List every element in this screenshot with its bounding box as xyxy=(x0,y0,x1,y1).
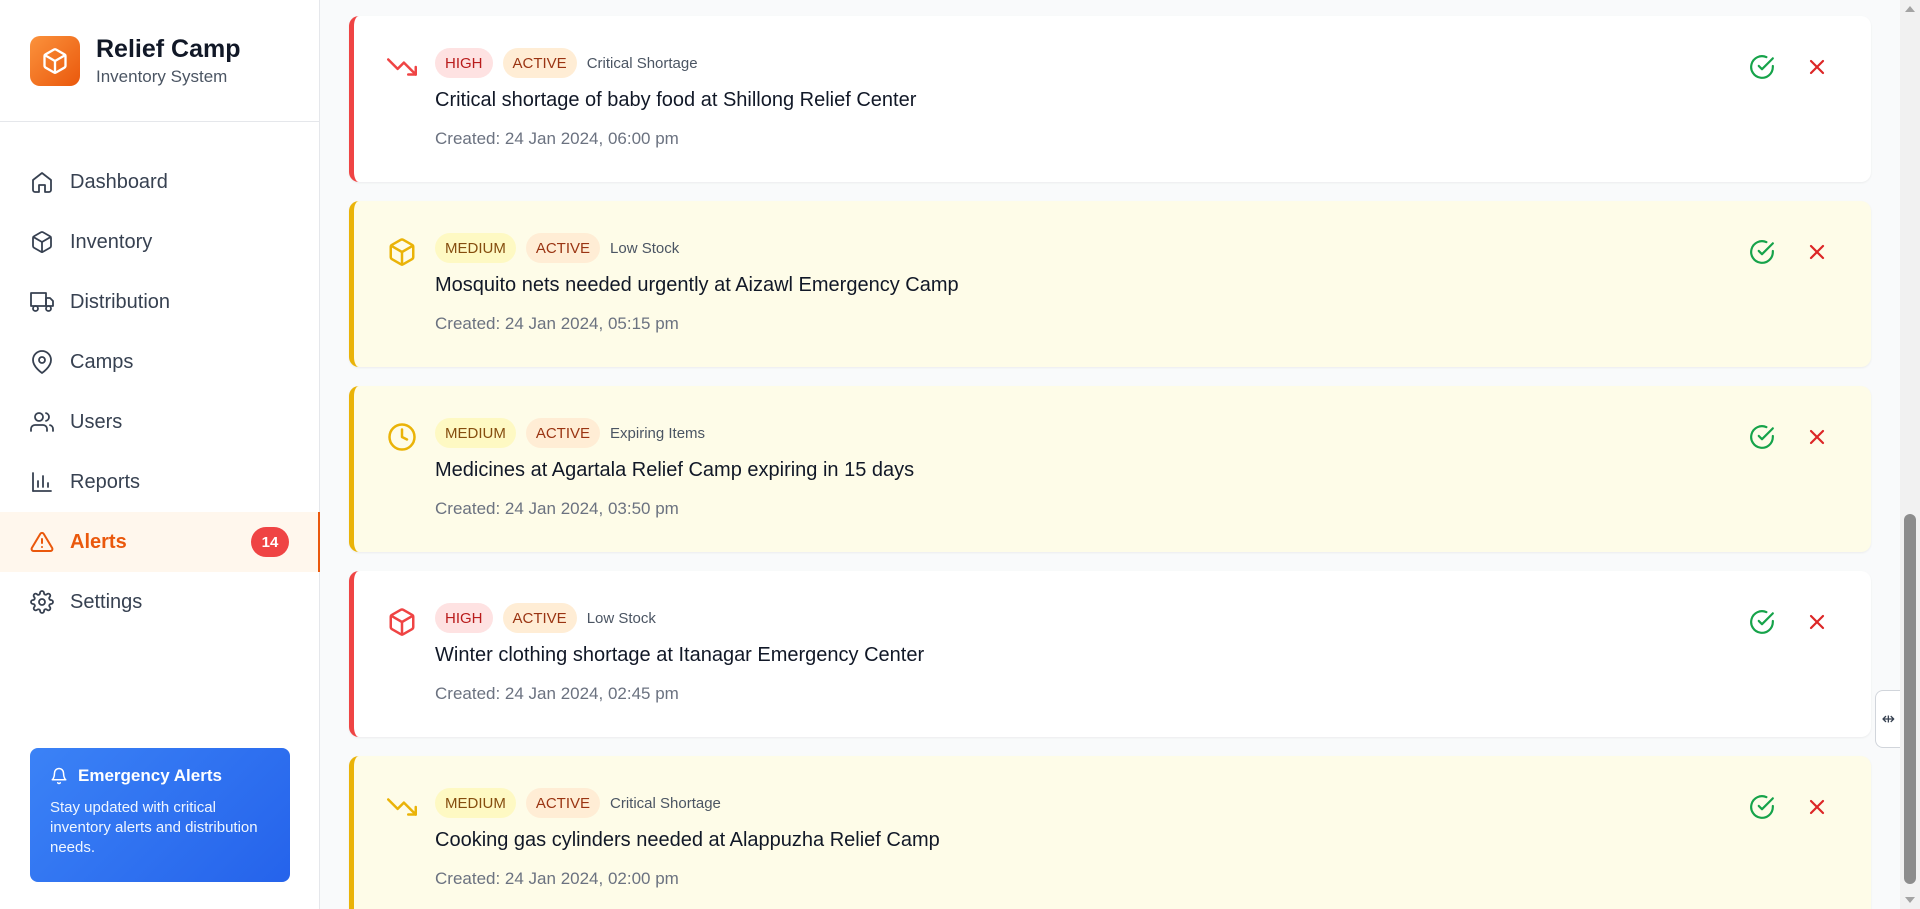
box-logo-icon xyxy=(30,35,80,86)
sidebar-item-alerts[interactable]: Alerts 14 xyxy=(0,512,320,572)
emergency-alerts-text: Stay updated with critical inventory ale… xyxy=(50,799,258,856)
sidebar-item-distribution[interactable]: Distribution xyxy=(0,272,320,332)
check-circle-icon xyxy=(1750,55,1774,79)
alert-message: Winter clothing shortage at Itanagar Eme… xyxy=(435,644,925,666)
users-icon xyxy=(30,412,54,432)
dismiss-button[interactable] xyxy=(1803,238,1831,266)
trending-down-icon xyxy=(387,798,417,816)
alert-card: HIGH ACTIVE Low Stock Winter clothing sh… xyxy=(349,571,1871,737)
alert-card: HIGH ACTIVE Critical Shortage Critical s… xyxy=(349,16,1871,182)
map-pin-icon xyxy=(32,350,52,374)
severity-badge: MEDIUM xyxy=(435,233,516,263)
side-panel-handle[interactable]: ⇹ xyxy=(1875,690,1901,748)
status-badge: ACTIVE xyxy=(502,48,577,78)
truck-icon xyxy=(30,292,54,312)
bell-icon xyxy=(51,767,67,785)
check-circle-icon xyxy=(1750,610,1774,634)
close-icon xyxy=(1809,429,1825,445)
alert-card: MEDIUM ACTIVE Low Stock Mosquito nets ne… xyxy=(349,201,1871,367)
dismiss-button[interactable] xyxy=(1803,53,1831,81)
resolve-button[interactable] xyxy=(1748,793,1776,821)
sidebar-item-label: Reports xyxy=(70,470,141,493)
sidebar-item-reports[interactable]: Reports xyxy=(0,452,320,512)
status-badge: ACTIVE xyxy=(525,233,601,263)
alert-message: Cooking gas cylinders needed at Alappuzh… xyxy=(435,829,940,851)
sidebar-item-label: Distribution xyxy=(70,290,171,313)
dismiss-button[interactable] xyxy=(1803,423,1831,451)
close-icon xyxy=(1809,244,1825,260)
sidebar-item-inventory[interactable]: Inventory xyxy=(0,212,320,272)
check-circle-icon xyxy=(1750,240,1774,264)
resolve-button[interactable] xyxy=(1748,423,1776,451)
alert-message: Medicines at Agartala Relief Camp expiri… xyxy=(435,459,915,481)
alert-type: Expiring Items xyxy=(610,424,706,442)
status-badge: ACTIVE xyxy=(525,788,601,818)
alerts-list: HIGH ACTIVE Critical Shortage Critical s… xyxy=(321,0,1900,909)
severity-badge: MEDIUM xyxy=(435,788,516,818)
sidebar-nav: Dashboard Inventory Distribution Camps U… xyxy=(0,152,320,632)
scroll-down-arrow-icon[interactable] xyxy=(1905,897,1915,903)
emergency-alerts-title: Emergency Alerts xyxy=(78,766,222,785)
sidebar-item-camps[interactable]: Camps xyxy=(0,332,320,392)
package-icon xyxy=(389,238,415,266)
close-icon xyxy=(1809,614,1825,630)
alert-type: Low Stock xyxy=(586,609,656,627)
resolve-button[interactable] xyxy=(1748,608,1776,636)
brand: Relief Camp Inventory System xyxy=(0,0,319,122)
sidebar-item-label: Settings xyxy=(70,590,143,613)
sidebar-item-label: Camps xyxy=(70,350,134,373)
dismiss-button[interactable] xyxy=(1803,793,1831,821)
sidebar-item-users[interactable]: Users xyxy=(0,392,320,452)
scrollbar-thumb[interactable] xyxy=(1904,514,1916,884)
close-icon xyxy=(1809,59,1825,75)
resolve-button[interactable] xyxy=(1748,238,1776,266)
alert-created: Created: 24 Jan 2024, 06:00 pm xyxy=(435,129,679,148)
trending-down-icon xyxy=(387,58,417,76)
home-icon xyxy=(32,172,52,193)
sidebar: Relief Camp Inventory System Dashboard I… xyxy=(0,0,320,909)
alert-card: MEDIUM ACTIVE Critical Shortage Cooking … xyxy=(349,756,1871,909)
gear-icon xyxy=(30,590,54,614)
sidebar-item-label: Inventory xyxy=(70,230,153,253)
alert-type: Low Stock xyxy=(610,239,680,257)
alert-type: Critical Shortage xyxy=(610,794,721,812)
sidebar-item-label: Dashboard xyxy=(70,170,168,193)
resolve-button[interactable] xyxy=(1748,53,1776,81)
alert-created: Created: 24 Jan 2024, 02:00 pm xyxy=(435,869,679,888)
alert-card: MEDIUM ACTIVE Expiring Items Medicines a… xyxy=(349,386,1871,552)
clock-icon xyxy=(388,423,416,451)
alert-triangle-icon xyxy=(30,531,54,552)
sidebar-item-dashboard[interactable]: Dashboard xyxy=(0,152,320,212)
alert-message: Critical shortage of baby food at Shillo… xyxy=(435,89,917,111)
alert-created: Created: 24 Jan 2024, 02:45 pm xyxy=(435,684,679,703)
sidebar-item-label: Alerts xyxy=(70,530,127,553)
severity-badge: MEDIUM xyxy=(435,418,516,448)
status-badge: ACTIVE xyxy=(525,418,601,448)
bar-chart-icon xyxy=(32,472,52,492)
status-badge: ACTIVE xyxy=(502,603,577,633)
package-icon xyxy=(32,231,52,253)
close-icon xyxy=(1809,799,1825,815)
alert-created: Created: 24 Jan 2024, 03:50 pm xyxy=(435,499,679,518)
alert-message: Mosquito nets needed urgently at Aizawl … xyxy=(435,274,959,296)
severity-badge: HIGH xyxy=(435,603,493,633)
sidebar-item-settings[interactable]: Settings xyxy=(0,572,320,632)
check-circle-icon xyxy=(1750,795,1774,819)
sidebar-item-label: Users xyxy=(70,410,123,433)
alert-created: Created: 24 Jan 2024, 05:15 pm xyxy=(435,314,679,333)
page-scrollbar[interactable] xyxy=(1900,0,1920,909)
severity-badge: HIGH xyxy=(435,48,493,78)
app-title: Relief Camp xyxy=(96,34,241,63)
app-subtitle: Inventory System xyxy=(96,66,228,86)
split-handle-icon: ⇹ xyxy=(1881,711,1896,728)
dismiss-button[interactable] xyxy=(1803,608,1831,636)
alert-type: Critical Shortage xyxy=(586,54,698,72)
package-icon xyxy=(389,608,415,636)
emergency-alerts-card: Emergency Alerts Stay updated with criti… xyxy=(30,748,290,882)
alerts-count-badge: 14 xyxy=(251,527,289,557)
check-circle-icon xyxy=(1750,425,1774,449)
scroll-up-arrow-icon[interactable] xyxy=(1905,6,1915,12)
